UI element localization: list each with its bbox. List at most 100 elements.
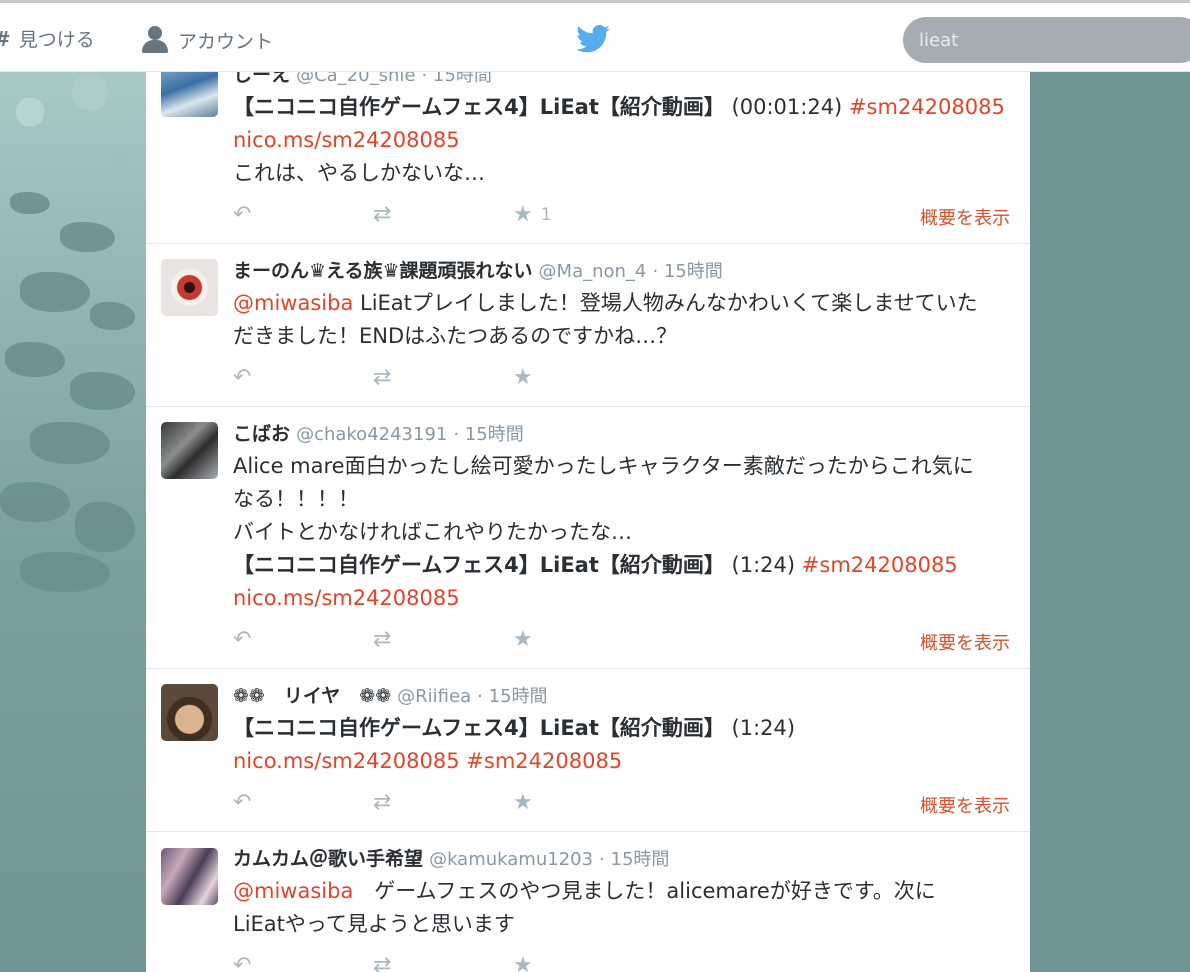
hashtag-icon: # [0, 27, 11, 51]
tweet-link[interactable]: @miwasiba [233, 879, 353, 903]
tweet-text-line: @miwasiba ゲームフェスのやつ見ました！alicemareが好きです。次… [233, 875, 1012, 908]
tweet-text-line: 【ニコニコ自作ゲームフェス4】LiEat【紹介動画】 (1:24) [233, 712, 1012, 745]
expand-link[interactable]: 概要を表示 [920, 792, 1010, 818]
favorite-count: 1 [540, 204, 552, 225]
tweet-text-line: だきました！ENDはふたつあるのですかね…？ [233, 320, 1012, 353]
retweet-icon[interactable]: ⇄ [373, 627, 391, 652]
tweet-time[interactable]: · 15時間 [453, 424, 523, 445]
tweet-text: @miwasiba ゲームフェスのやつ見ました！alicemareが好きです。次… [233, 875, 1012, 941]
top-nav-bar: # 見つける アカウント lieat [0, 0, 1190, 72]
star-icon[interactable]: ★ [513, 790, 533, 815]
tweet-text-segment: (1:24) [724, 716, 796, 740]
avatar[interactable] [161, 684, 218, 741]
tweet-text-segment: LiEat [539, 95, 599, 119]
tweet[interactable]: ❁❁ リイヤ ❁❁ @Riifiea · 15時間 【ニコニコ自作ゲームフェス4… [146, 669, 1030, 832]
person-icon [140, 25, 170, 55]
nav-account[interactable]: アカウント [140, 25, 273, 55]
reply-icon[interactable]: ↶ [233, 202, 251, 227]
tweet-author-name[interactable]: まーのん♛える族♛課題頑張れない [233, 260, 533, 282]
favorite-button[interactable]: ★ 1 [513, 202, 552, 227]
tweet-author-handle[interactable]: @chako4243191 [296, 424, 447, 445]
tweet-text-line: @miwasiba LiEatプレイしました！登場人物みんなかわいくて楽しませて… [233, 287, 1012, 320]
retweet-icon[interactable]: ⇄ [373, 202, 391, 227]
expand-link[interactable]: 概要を表示 [920, 629, 1010, 655]
tweet-text-line: バイトとかなければこれやりたかったな… [233, 516, 1012, 549]
tweet-link[interactable]: nico.ms/sm24208085 [233, 128, 460, 152]
reply-icon[interactable]: ↶ [233, 953, 251, 972]
tweet-text-segment: 【紹介動画】 [598, 553, 725, 577]
star-icon[interactable]: ★ [513, 953, 533, 972]
tweet-author-handle[interactable]: @Ca_20_shie [296, 72, 415, 86]
tweet-text-segment: LiEatやって見ようと思います [233, 912, 515, 936]
tweet-text-line: Alice mare面白かったし絵可愛かったしキャラクター素敵だったからこれ気に [233, 450, 1012, 483]
tweet[interactable]: カムカム＠歌い手希望 @kamukamu1203 · 15時間 @miwasib… [146, 832, 1030, 972]
tweet-text-segment: LiEat [539, 716, 599, 740]
avatar[interactable] [161, 422, 218, 479]
search-input[interactable]: lieat [903, 17, 1190, 63]
reply-icon[interactable]: ↶ [233, 627, 251, 652]
tweet-author-name[interactable]: ❁❁ リイヤ ❁❁ [233, 685, 391, 707]
avatar[interactable] [161, 848, 218, 905]
tweet-link[interactable]: nico.ms/sm24208085 [233, 586, 460, 610]
tweet-link[interactable]: #sm24208085 [802, 553, 958, 577]
tweet-link[interactable]: nico.ms/sm24208085 [233, 749, 460, 773]
avatar[interactable] [161, 72, 218, 117]
tweet-text-segment: Alice mare面白かったし絵可愛かったしキャラクター素敵だったからこれ気に [233, 454, 974, 478]
nav-discover-label: 見つける [18, 29, 95, 51]
tweet-text: Alice mare面白かったし絵可愛かったしキャラクター素敵だったからこれ気に… [233, 450, 1012, 615]
tweet[interactable]: まーのん♛える族♛課題頑張れない @Ma_non_4 · 15時間 @miwas… [146, 244, 1030, 407]
tweet[interactable]: こばお @chako4243191 · 15時間 Alice mare面白かった… [146, 407, 1030, 669]
tweet-text-segment: だきました！ENDはふたつあるのですかね…？ [233, 324, 678, 348]
retweet-icon[interactable]: ⇄ [373, 365, 391, 390]
tweet-text-line: nico.ms/sm24208085 [233, 124, 1012, 157]
tweet-text-segment: LiEatプレイしました！登場人物みんなかわいくて楽しませていた [353, 291, 978, 315]
avatar[interactable] [161, 259, 218, 316]
tweet-text-segment: (1:24) [724, 553, 802, 577]
tweet-text-segment: ゲームフェスのやつ見ました！alicemareが好きです。次に [353, 879, 936, 903]
twitter-bird-icon[interactable] [576, 25, 610, 53]
tweet-author-handle[interactable]: @Ma_non_4 [539, 261, 647, 282]
timeline: しーえ @Ca_20_shie · 15時間 【ニコニコ自作ゲームフェス4】Li… [146, 72, 1030, 972]
tweet-link[interactable]: #sm24208085 [849, 95, 1005, 119]
tweet-author-name[interactable]: こばお [233, 423, 290, 445]
tweet-text-segment: これは、やるしかないな… [233, 161, 485, 185]
tweet-text: 【ニコニコ自作ゲームフェス4】LiEat【紹介動画】 (00:01:24) #s… [233, 91, 1012, 190]
tweet-link[interactable]: #sm24208085 [466, 749, 622, 773]
retweet-icon[interactable]: ⇄ [373, 953, 391, 972]
tweet-text-segment: 【ニコニコ自作ゲームフェス4】 [233, 95, 540, 119]
star-icon[interactable]: ★ [513, 365, 533, 390]
tweet-time[interactable]: · 15時間 [652, 261, 722, 282]
reply-icon[interactable]: ↶ [233, 365, 251, 390]
tweet-time[interactable]: · 15時間 [599, 849, 669, 870]
tweet[interactable]: しーえ @Ca_20_shie · 15時間 【ニコニコ自作ゲームフェス4】Li… [146, 72, 1030, 244]
tweet-text-line: 【ニコニコ自作ゲームフェス4】LiEat【紹介動画】 (1:24) #sm242… [233, 549, 1012, 582]
tweet-time[interactable]: · 15時間 [421, 72, 491, 86]
background-tree-image [0, 72, 146, 972]
tweet-author-handle[interactable]: @Riifiea [397, 686, 471, 707]
tweet-text-line: nico.ms/sm24208085 #sm24208085 [233, 745, 1012, 778]
nav-account-label: アカウント [178, 30, 274, 53]
reply-icon[interactable]: ↶ [233, 790, 251, 815]
search-value: lieat [919, 29, 959, 51]
star-icon: ★ [513, 202, 533, 227]
tweet-text-segment: 【紹介動画】 [598, 716, 725, 740]
tweet-text-line: 【ニコニコ自作ゲームフェス4】LiEat【紹介動画】 (00:01:24) #s… [233, 91, 1012, 124]
tweet-text-line: なる！！！！ [233, 483, 1012, 516]
star-icon[interactable]: ★ [513, 627, 533, 652]
tweet-text: 【ニコニコ自作ゲームフェス4】LiEat【紹介動画】 (1:24) nico.ms… [233, 712, 1012, 778]
tweet-link[interactable]: @miwasiba [233, 291, 353, 315]
tweet-time[interactable]: · 15時間 [477, 686, 547, 707]
tweet-author-handle[interactable]: @kamukamu1203 [429, 849, 593, 870]
tweet-author-name[interactable]: カムカム＠歌い手希望 [233, 848, 423, 870]
tweet-text-segment: 【紹介動画】 [598, 95, 725, 119]
tweet-text-segment: 【ニコニコ自作ゲームフェス4】 [233, 553, 540, 577]
tweet-text-segment: バイトとかなければこれやりたかったな… [233, 520, 632, 544]
retweet-icon[interactable]: ⇄ [373, 790, 391, 815]
tweet-text-line: nico.ms/sm24208085 [233, 582, 1012, 615]
tweet-text-line: LiEatやって見ようと思います [233, 908, 1012, 941]
nav-discover[interactable]: # 見つける [0, 25, 95, 52]
tweet-text-segment: LiEat [539, 553, 599, 577]
tweet-text-segment: (00:01:24) [724, 95, 849, 119]
tweet-author-name[interactable]: しーえ [233, 72, 290, 86]
expand-link[interactable]: 概要を表示 [920, 204, 1010, 230]
